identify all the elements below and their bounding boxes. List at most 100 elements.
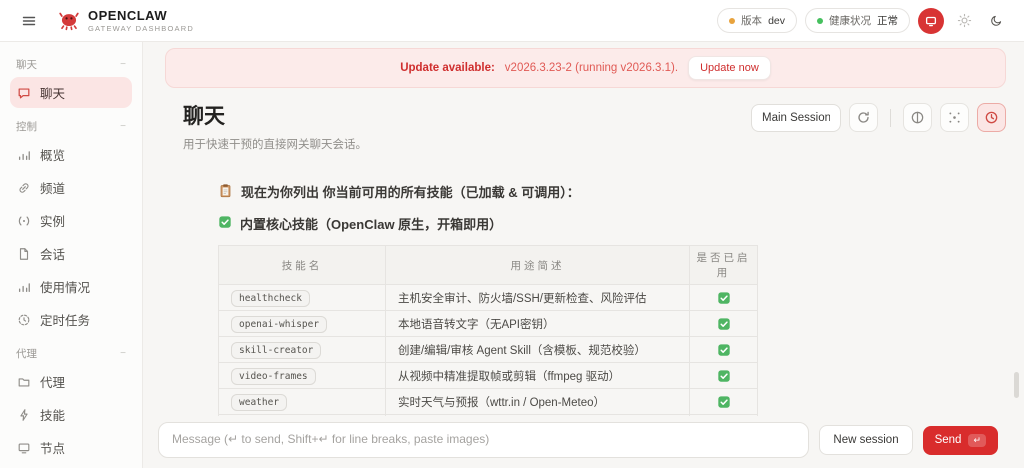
- table-row: skill-creator 创建/编辑/审核 Agent Skill（含模板、规范…: [218, 336, 758, 363]
- app-subtitle: GATEWAY DASHBOARD: [88, 24, 194, 33]
- session-name-input[interactable]: [751, 103, 841, 132]
- screen-share-button[interactable]: [918, 7, 944, 34]
- enabled-check-icon: [717, 343, 731, 356]
- skill-name-chip: openai-whisper: [231, 315, 328, 333]
- page-title: 聊天: [183, 105, 225, 128]
- clock-dashed-icon: [17, 313, 31, 327]
- sidebar-item-instances[interactable]: 实例: [10, 205, 132, 236]
- info-circle-icon: [910, 110, 925, 125]
- light-theme-button[interactable]: [952, 9, 976, 33]
- version-badge: 版本 dev: [717, 8, 797, 33]
- sidebar-item-nodes[interactable]: 节点: [10, 432, 132, 463]
- enter-key-badge: ↵: [968, 433, 986, 447]
- skill-description: 从视频中精准提取帧或剪辑（ffmpeg 驱动）: [384, 362, 691, 389]
- sidebar-item-label: 定时任务: [40, 314, 91, 328]
- sidebar-item-label: 频道: [40, 182, 66, 196]
- focus-button[interactable]: [940, 103, 969, 132]
- sidebar-section-label[interactable]: 代理 −: [10, 337, 132, 366]
- divider: [890, 108, 891, 127]
- chat-message-line: 内置核心技能（OpenClaw 原生，开箱即用）: [218, 214, 1024, 233]
- bar-chart-icon: [17, 148, 31, 162]
- screen-icon: [924, 14, 938, 28]
- menu-button[interactable]: [16, 8, 42, 34]
- update-banner-title: Update available:: [400, 62, 495, 74]
- clipboard-icon: [218, 183, 233, 198]
- table-header-skill: 技能名: [218, 245, 386, 285]
- skill-name-chip: video-frames: [231, 367, 316, 385]
- link-icon: [17, 181, 31, 195]
- table-header-enabled: 是否已启用: [689, 245, 758, 285]
- send-button[interactable]: Send ↵: [922, 425, 998, 455]
- enabled-check-icon: [717, 369, 731, 382]
- update-now-button[interactable]: Update now: [688, 56, 771, 80]
- update-banner-text: v2026.3.23-2 (running v2026.3.1).: [504, 62, 679, 74]
- chat-bubble-icon: [17, 86, 31, 100]
- skills-table-body: healthcheck 主机安全审计、防火墙/SSH/更新检查、风险评估 opena…: [218, 284, 758, 416]
- app-logo: OPENCLAW GATEWAY DASHBOARD: [58, 8, 194, 33]
- dark-theme-button[interactable]: [984, 9, 1008, 33]
- sidebar-item-label: 技能: [40, 409, 66, 423]
- skill-name-chip: skill-creator: [231, 341, 322, 359]
- sidebar-item-channels[interactable]: 频道: [10, 172, 132, 203]
- refresh-icon: [856, 110, 871, 125]
- health-dot-icon: [817, 17, 823, 24]
- bar-chart-icon: [17, 280, 31, 294]
- sidebar-item-label: 概览: [40, 149, 66, 163]
- instance-icon: [17, 214, 31, 228]
- sidebar-section-label[interactable]: 控制 −: [10, 110, 132, 139]
- clock-icon: [984, 110, 999, 125]
- sidebar-item-usage[interactable]: 使用情况: [10, 271, 132, 302]
- sidebar-section-label[interactable]: 聊天 −: [10, 48, 132, 77]
- app-title: OPENCLAW: [88, 8, 168, 23]
- table-header-desc: 用途简述: [384, 245, 691, 285]
- chat-message-area: 现在为你列出 你当前可用的所有技能（已加载 & 可调用）： 内置核心技能（Ope…: [143, 152, 1024, 416]
- history-button[interactable]: [977, 103, 1006, 132]
- sidebar-item-overview[interactable]: 概览: [10, 139, 132, 170]
- details-toggle-button[interactable]: [903, 103, 932, 132]
- refresh-button[interactable]: [849, 103, 878, 132]
- sidebar-item-skills[interactable]: 技能: [10, 399, 132, 430]
- collapse-icon: −: [120, 121, 126, 132]
- health-badge: 健康状况 正常: [805, 8, 910, 33]
- sidebar-item-label: 使用情况: [40, 281, 91, 295]
- table-row: weather 实时天气与预报（wttr.in / Open-Meteo）: [218, 388, 758, 415]
- sidebar-item-label: 实例: [40, 215, 66, 229]
- message-input[interactable]: [158, 422, 810, 458]
- skill-description: 实时天气与预报（wttr.in / Open-Meteo）: [384, 388, 691, 415]
- scan-icon: [947, 110, 962, 125]
- skill-description: 本地语音转文字（无API密钥）: [384, 310, 691, 337]
- new-session-button[interactable]: New session: [819, 425, 913, 455]
- top-header: OPENCLAW GATEWAY DASHBOARD 版本 dev 健康状况 正…: [0, 0, 1024, 42]
- update-banner: Update available: v2026.3.23-2 (running …: [165, 48, 1006, 88]
- message-composer: New session Send ↵: [143, 416, 1024, 468]
- chat-message-line: 现在为你列出 你当前可用的所有技能（已加载 & 可调用）：: [218, 182, 1024, 201]
- skill-description: 主机安全审计、防火墙/SSH/更新检查、风险评估: [384, 284, 691, 311]
- chat-scrollbar-thumb[interactable]: [1014, 372, 1019, 398]
- skill-name-chip: weather: [231, 393, 288, 411]
- enabled-check-icon: [717, 395, 731, 408]
- logo-crab-icon: [58, 10, 80, 32]
- sidebar-item-cron[interactable]: 定时任务: [10, 304, 132, 335]
- sidebar-item-label: 聊天: [40, 87, 66, 101]
- check-icon: [218, 215, 232, 229]
- table-row: video-frames 从视频中精准提取帧或剪辑（ffmpeg 驱动）: [218, 362, 758, 389]
- enabled-check-icon: [717, 317, 731, 330]
- main-content: Update available: v2026.3.23-2 (running …: [143, 42, 1024, 468]
- skill-name-chip: healthcheck: [231, 289, 310, 307]
- table-row: openai-whisper 本地语音转文字（无API密钥）: [218, 310, 758, 337]
- hamburger-icon: [21, 13, 37, 29]
- lightning-icon: [17, 408, 31, 422]
- sidebar-item-label: 节点: [40, 442, 66, 456]
- collapse-icon: −: [120, 348, 126, 359]
- version-dot-icon: [729, 17, 736, 24]
- monitor-icon: [17, 441, 31, 455]
- sidebar-item-sessions[interactable]: 会话: [10, 238, 132, 269]
- enabled-check-icon: [717, 291, 731, 304]
- collapse-icon: −: [120, 59, 126, 70]
- sidebar-item-agents[interactable]: 代理: [10, 366, 132, 397]
- folder-icon: [17, 375, 31, 389]
- sidebar-item-label: 代理: [40, 376, 66, 390]
- sidebar-item-label: 会话: [40, 248, 66, 262]
- sidebar-item-chat[interactable]: 聊天: [10, 77, 132, 108]
- page-subtitle: 用于快速干预的直接网关聊天会话。: [183, 139, 367, 151]
